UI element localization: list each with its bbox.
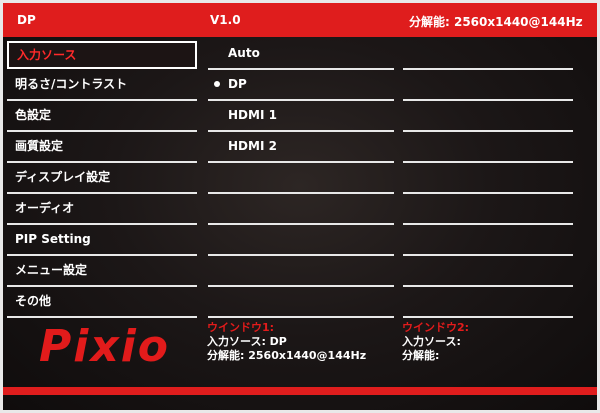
option-dp[interactable]: DP (208, 71, 394, 101)
option-empty (208, 226, 394, 256)
submenu-empty (403, 226, 573, 256)
window1-source: 入力ソース: DP (207, 335, 287, 348)
submenu-column (403, 40, 573, 319)
submenu-empty (403, 257, 573, 287)
submenu-empty (403, 164, 573, 194)
option-hdmi1[interactable]: HDMI 1 (208, 102, 394, 132)
header-bar: DP V1.0 分解能: 2560x1440@144Hz (3, 3, 597, 37)
menu-item-brightness-contrast[interactable]: 明るさ/コントラスト (7, 71, 197, 101)
submenu-empty (403, 40, 573, 70)
input-source-options: Auto DP HDMI 1 HDMI 2 (208, 40, 394, 319)
submenu-empty (403, 71, 573, 101)
window2-title: ウインドウ2: (402, 321, 470, 334)
option-empty (208, 257, 394, 287)
main-menu: 入力ソース 明るさ/コントラスト 色設定 画質設定 ディスプレイ設定 オーディオ… (7, 40, 197, 319)
window1-title: ウインドウ1: (207, 321, 275, 334)
submenu-empty (403, 288, 573, 318)
option-label: Auto (228, 46, 260, 60)
window2-info: ウインドウ2: 入力ソース: 分解能: (402, 321, 469, 363)
menu-item-picture-quality[interactable]: 画質設定 (7, 133, 197, 163)
option-label: HDMI 2 (228, 139, 277, 153)
window1-info: ウインドウ1: 入力ソース: DP 分解能: 2560x1440@144Hz (207, 321, 366, 363)
window1-resolution: 分解能: 2560x1440@144Hz (207, 349, 367, 362)
submenu-empty (403, 195, 573, 225)
submenu-empty (403, 102, 573, 132)
menu-item-menu-settings[interactable]: メニュー設定 (7, 257, 197, 287)
menu-item-display-settings[interactable]: ディスプレイ設定 (7, 164, 197, 194)
option-hdmi2[interactable]: HDMI 2 (208, 133, 394, 163)
option-auto[interactable]: Auto (208, 40, 394, 70)
submenu-empty (403, 133, 573, 163)
header-resolution: 分解能: 2560x1440@144Hz (409, 15, 583, 29)
option-empty (208, 164, 394, 194)
header-source: DP (17, 13, 36, 27)
selected-dot-icon (214, 81, 220, 87)
menu-item-pip-setting[interactable]: PIP Setting (7, 226, 197, 256)
window2-source: 入力ソース: (402, 335, 461, 348)
option-label: HDMI 1 (228, 108, 277, 122)
footer-bar (3, 387, 597, 395)
option-empty (208, 195, 394, 225)
osd-screen: DP V1.0 分解能: 2560x1440@144Hz 入力ソース 明るさ/コ… (3, 3, 597, 410)
window2-resolution: 分解能: (402, 349, 440, 362)
option-empty (208, 288, 394, 318)
menu-item-color-settings[interactable]: 色設定 (7, 102, 197, 132)
menu-item-other[interactable]: その他 (7, 288, 197, 318)
menu-item-input-source[interactable]: 入力ソース (7, 41, 197, 69)
option-label: DP (228, 77, 247, 91)
header-version: V1.0 (210, 13, 241, 27)
menu-item-audio[interactable]: オーディオ (7, 195, 197, 225)
pixio-logo: Pixio (39, 321, 171, 372)
